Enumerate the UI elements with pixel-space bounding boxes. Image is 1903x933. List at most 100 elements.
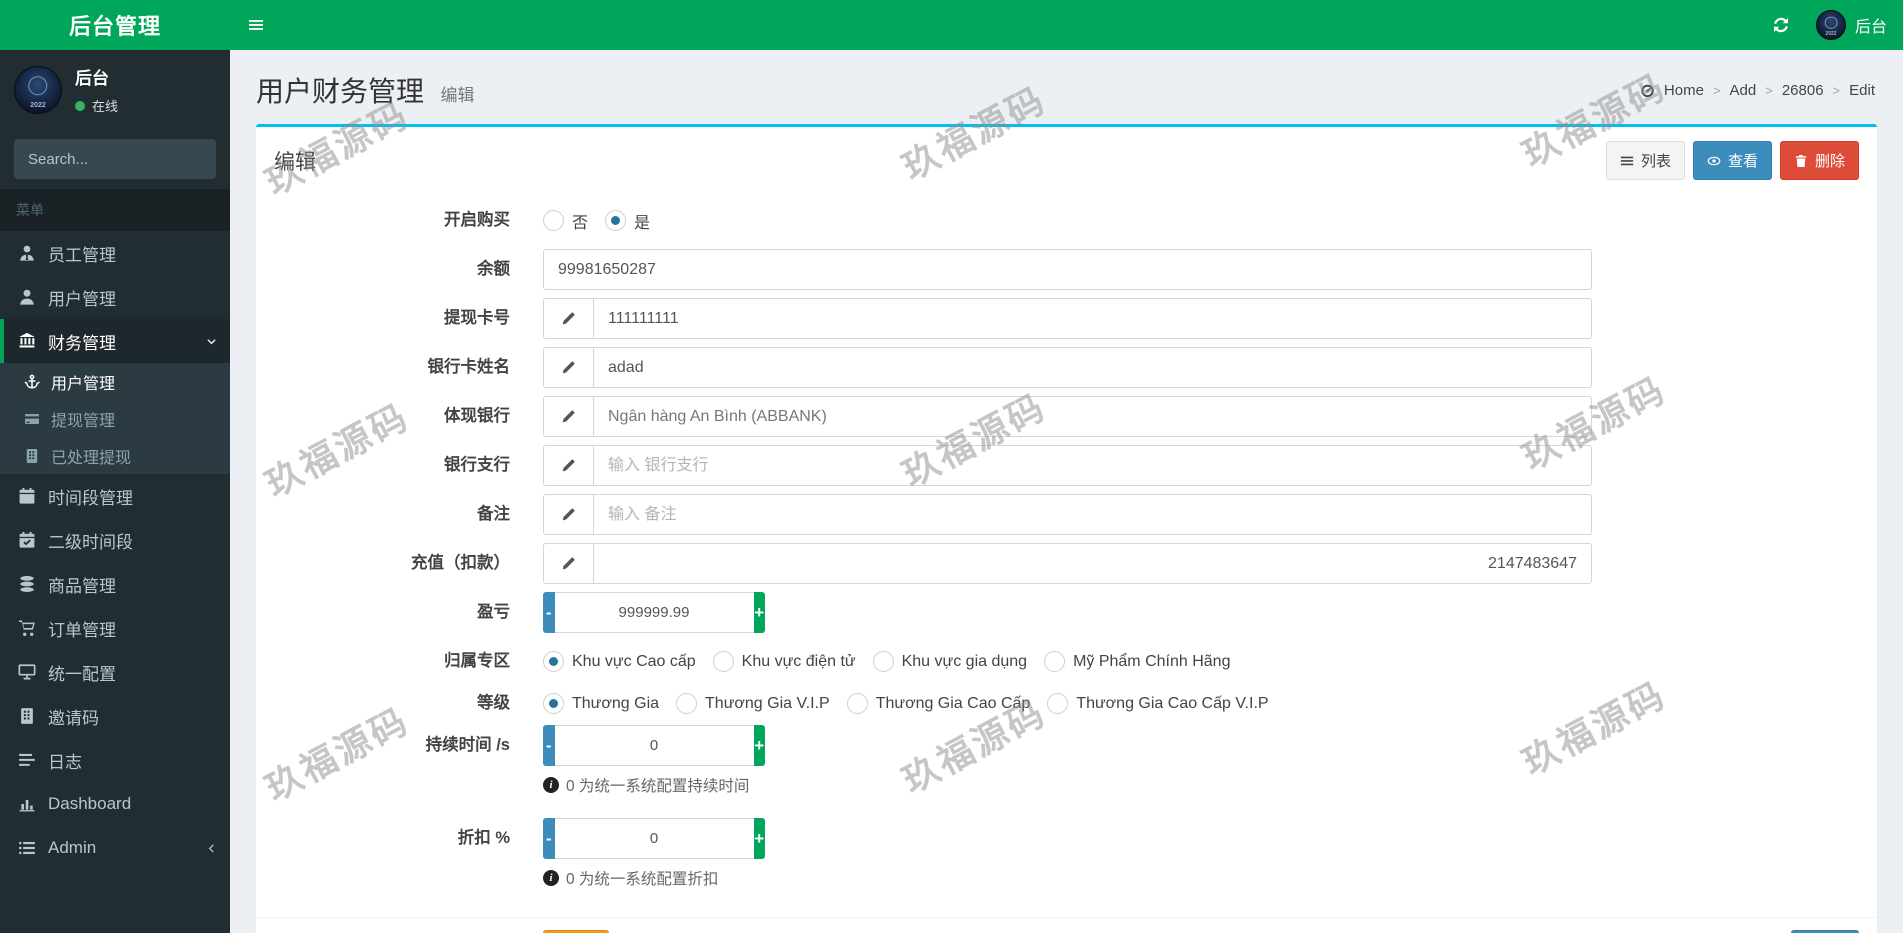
user-menu[interactable]: 2022 后台: [1815, 0, 1887, 50]
duration-input[interactable]: [554, 725, 754, 766]
purchase-no-radio[interactable]: 否: [543, 209, 588, 233]
note-input[interactable]: [593, 494, 1592, 535]
discount-input[interactable]: [554, 818, 754, 859]
zone-option-0[interactable]: Khu vực Cao cấp: [543, 651, 696, 672]
radio-icon[interactable]: [872, 651, 894, 672]
sidebar-item-invite-code[interactable]: 邀请码: [0, 694, 230, 738]
breadcrumb-edit: Edit: [1849, 82, 1875, 99]
field-label: 余额: [477, 260, 510, 278]
stepper-plus-button[interactable]: +: [753, 592, 765, 633]
sidebar-item-order-management[interactable]: 订单管理: [0, 606, 230, 650]
sidebar-item-unified-config[interactable]: 统一配置: [0, 650, 230, 694]
sidebar-subitem-withdraw-management[interactable]: 提现管理: [0, 400, 230, 437]
form-row-duration: 持续时间 /s - + 0 为统一系统配置持续时间: [274, 725, 1859, 810]
stepper-plus-button[interactable]: +: [753, 818, 765, 859]
field-label: 体现银行: [444, 407, 510, 425]
admin-list-icon: [18, 839, 36, 857]
balance-input[interactable]: [543, 249, 1592, 290]
purchase-yes-radio[interactable]: 是: [605, 209, 650, 233]
radio-icon[interactable]: [846, 693, 868, 714]
form-row-discount: 折扣 % - + 0 为统一系统配置折扣: [274, 818, 1859, 903]
card-name-input[interactable]: [593, 347, 1592, 388]
refresh-button[interactable]: [1764, 0, 1798, 50]
card-number-input[interactable]: [593, 298, 1592, 339]
branch-input[interactable]: [593, 445, 1592, 486]
delete-button[interactable]: 删除: [1779, 141, 1859, 180]
sidebar-item-staff-management[interactable]: 员工管理: [0, 231, 230, 275]
field-label: 银行支行: [444, 456, 510, 474]
level-option-3[interactable]: Thương Gia Cao Cấp V.I.P: [1047, 693, 1269, 714]
discount-hint: 0 为统一系统配置折扣: [543, 867, 1859, 889]
stepper-plus-button[interactable]: +: [753, 725, 765, 766]
field-label: 充值（扣款）: [411, 554, 510, 572]
trash-icon: [1794, 154, 1808, 168]
zone-option-2[interactable]: Khu vực gia dụng: [872, 651, 1027, 672]
sidebar-toggle-button[interactable]: [230, 0, 282, 50]
sidebar-item-admin[interactable]: Admin: [0, 826, 230, 870]
level-option-2[interactable]: Thương Gia Cao Cấp: [846, 693, 1030, 714]
sidebar-subitem-user-finance[interactable]: 用户管理: [0, 363, 230, 400]
zone-option-1[interactable]: Khu vực điện tử: [712, 651, 856, 672]
stepper-minus-button[interactable]: -: [543, 818, 555, 859]
pencil-icon: [561, 360, 576, 375]
content-header: 用户财务管理 编辑 Home > Add > 26806 > Edit: [230, 50, 1903, 110]
profit-stepper: - +: [543, 592, 765, 633]
bank-input[interactable]: [593, 396, 1592, 437]
zone-option-3[interactable]: Mỹ Phẩm Chính Hãng: [1044, 651, 1230, 672]
level-option-0[interactable]: Thương Gia: [543, 693, 659, 714]
profit-input[interactable]: [554, 592, 754, 633]
breadcrumb-home[interactable]: Home: [1664, 82, 1704, 99]
duration-stepper: - +: [543, 725, 765, 766]
finance-submenu: 用户管理 提现管理 已处理提现: [0, 363, 230, 474]
info-icon: [543, 870, 559, 886]
online-status-dot: [75, 100, 85, 111]
form-row-purchase: 开启购买 否 是: [274, 200, 1859, 241]
sidebar-item-logs[interactable]: 日志: [0, 738, 230, 782]
field-label: 等级: [477, 694, 510, 712]
list-button[interactable]: 列表: [1605, 141, 1685, 180]
level-option-1[interactable]: Thương Gia V.I.P: [676, 693, 830, 714]
duration-hint: 0 为统一系统配置持续时间: [543, 774, 1859, 796]
radio-icon[interactable]: [605, 210, 627, 231]
edit-box: 编辑 列表 查看 删除 开启购买 否 是 余额 99981650287 提现卡号…: [256, 124, 1877, 933]
field-label: 银行卡姓名: [427, 358, 511, 376]
radio-icon[interactable]: [543, 693, 564, 714]
box-tools: 列表 查看 删除: [1605, 141, 1859, 180]
sidebar-item-product-management[interactable]: 商品管理: [0, 562, 230, 606]
invite-code-icon: [18, 707, 36, 725]
sidebar-user-name: 后台: [75, 69, 109, 88]
breadcrumb-add[interactable]: Add: [1730, 82, 1757, 99]
stepper-minus-button[interactable]: -: [543, 592, 555, 633]
radio-icon[interactable]: [676, 693, 698, 714]
view-button[interactable]: 查看: [1692, 141, 1772, 180]
sidebar-item-user-management[interactable]: 用户管理: [0, 275, 230, 319]
calendar-check-icon: [18, 531, 36, 549]
bar-chart-icon: [18, 795, 36, 813]
radio-icon[interactable]: [543, 210, 564, 231]
field-label: 归属专区: [444, 652, 510, 670]
navbar-right: 2022 后台: [1764, 0, 1903, 50]
radio-icon[interactable]: [543, 651, 564, 672]
radio-icon[interactable]: [1047, 693, 1069, 714]
search-input[interactable]: [14, 139, 216, 179]
sidebar-item-secondary-timeslot[interactable]: 二级时间段: [0, 518, 230, 562]
form-row-profit: 盈亏 - +: [274, 592, 1859, 633]
breadcrumb-record-id[interactable]: 26806: [1782, 82, 1824, 99]
form-row-card-number: 提现卡号: [274, 298, 1859, 339]
discount-stepper: - +: [543, 818, 765, 859]
stepper-minus-button[interactable]: -: [543, 725, 555, 766]
sidebar-item-finance-management[interactable]: 财务管理: [0, 319, 230, 363]
pencil-addon: [543, 347, 593, 388]
radio-icon[interactable]: [712, 651, 734, 672]
recharge-input[interactable]: [593, 543, 1592, 584]
hamburger-icon: [248, 17, 264, 33]
list-icon: [1620, 154, 1634, 168]
brand-logo[interactable]: 后台管理: [0, 0, 230, 50]
user-icon: [18, 288, 36, 306]
form-row-balance: 余额: [274, 249, 1859, 290]
sidebar-item-dashboard[interactable]: Dashboard: [0, 782, 230, 826]
page-title: 用户财务管理: [256, 76, 425, 107]
sidebar-item-timeslot-management[interactable]: 时间段管理: [0, 474, 230, 518]
sidebar-subitem-processed-withdrawals[interactable]: 已处理提现: [0, 437, 230, 474]
radio-icon[interactable]: [1044, 651, 1066, 672]
